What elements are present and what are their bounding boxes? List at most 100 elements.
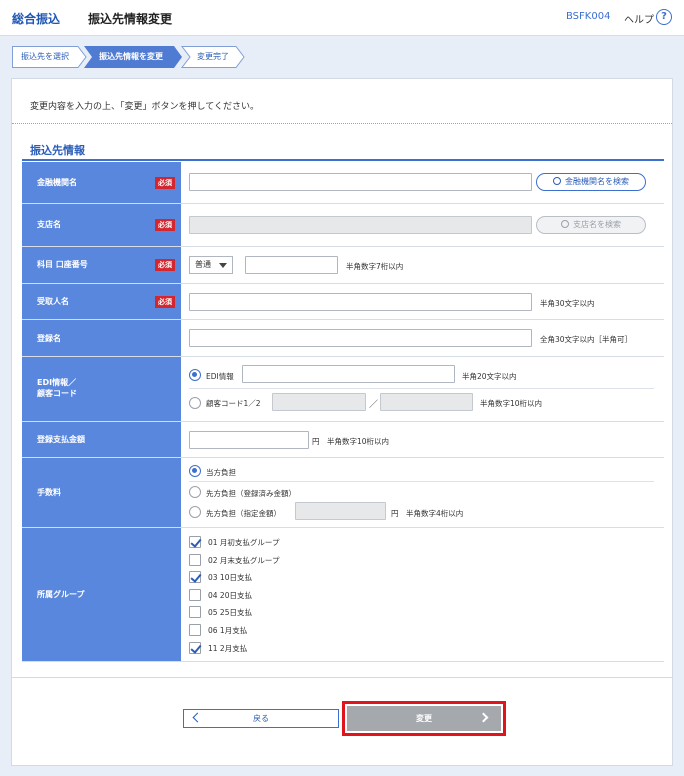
account-type-select[interactable]: 普通: [189, 256, 233, 274]
section-underline: [22, 159, 664, 161]
submit-button[interactable]: 変更: [347, 706, 501, 731]
step-3: 変更完了: [197, 52, 229, 61]
account-hint: 半角数字7桁以内: [346, 262, 404, 271]
branch-label: 支店名: [37, 220, 61, 229]
branch-input[interactable]: [189, 216, 532, 234]
row-group: 所属グループ 01 月初支払グループ 02 月末支払グループ 03 10日支払 04 …: [22, 528, 664, 662]
row-branch: 支店名 必須 支店名を検索: [22, 204, 664, 247]
registered-label: 登録名: [37, 334, 61, 343]
back-button[interactable]: 戻る: [183, 709, 339, 728]
slash-separator: ／: [369, 400, 379, 410]
fee-registered-radio[interactable]: [189, 486, 201, 498]
fee-label: 手数料: [37, 488, 61, 497]
customer-code-hint: 半角数字10桁以内: [480, 399, 543, 408]
account-label: 科目 口座番号: [37, 260, 88, 269]
search-icon: [553, 177, 561, 185]
row-account: 科目 口座番号 必須 普通 半角数字7桁以内: [22, 247, 664, 284]
group-checkbox[interactable]: [189, 588, 201, 601]
required-badge: 必須: [155, 177, 175, 189]
screen-code: BSFK004: [566, 11, 611, 22]
recipient-input[interactable]: [189, 293, 532, 311]
fee-specified-label: 先方負担（指定金額）: [206, 509, 281, 518]
group-checkbox[interactable]: [189, 536, 201, 548]
search-icon: [561, 220, 569, 228]
row-label: 支店名 必須: [22, 204, 182, 246]
group-checkbox[interactable]: [189, 571, 201, 584]
customer-code-1-input[interactable]: [272, 393, 366, 411]
group-checkbox-label: 06 1月支払: [208, 626, 248, 635]
row-label: 金融機関名 必須: [22, 162, 182, 203]
row-bank: 金融機関名 必須 金融機関名を検索: [22, 162, 664, 204]
row-label: 所属グループ: [22, 528, 182, 661]
divider: [12, 123, 672, 124]
branch-search-button[interactable]: 支店名を検索: [536, 216, 646, 234]
required-badge: 必須: [155, 296, 175, 308]
intro-text: 変更内容を入力の上、「変更」ボタンを押してください。: [30, 102, 259, 112]
help-link[interactable]: ヘルプ: [624, 11, 654, 26]
account-number-input[interactable]: [245, 256, 338, 274]
row-amount: 登録支払金額 円 半角数字10桁以内: [22, 422, 664, 458]
group-checkbox[interactable]: [189, 553, 201, 566]
fee-specified-radio[interactable]: [189, 506, 201, 518]
row-label: 登録名: [22, 320, 182, 356]
customer-code-label: 顧客コード: [37, 389, 77, 398]
help-icon[interactable]: ?: [656, 9, 672, 25]
group-label: 所属グループ: [37, 590, 85, 599]
fee-hint: 半角数字4桁以内: [406, 509, 464, 518]
chevron-right-icon: [478, 712, 489, 723]
amount-hint: 半角数字10桁以内: [327, 437, 390, 446]
registered-name-input[interactable]: [189, 329, 532, 347]
group-checkbox-label: 11 2月支払: [208, 643, 248, 653]
row-label: 受取人名 必須: [22, 284, 182, 319]
group-checkbox-label: 05 25日支払: [208, 608, 252, 618]
customer-code-option-label: 顧客コード1／2: [206, 399, 261, 408]
group-checkbox[interactable]: [189, 641, 201, 654]
edi-option-label: EDI情報: [206, 372, 234, 381]
edi-hint: 半角20文字以内: [462, 372, 517, 381]
edi-radio[interactable]: [189, 369, 201, 381]
row-fee: 手数料 当方負担 先方負担（登録済み金額） 先方負担（指定金額） 円 半角数字4…: [22, 458, 664, 528]
divider: [189, 388, 654, 389]
header-bar: 総合振込 振込先情報変更 BSFK004 ヘルプ ?: [0, 0, 684, 36]
amount-input[interactable]: [189, 431, 309, 449]
group-checkbox[interactable]: [189, 606, 201, 619]
recipient-label: 受取人名: [37, 297, 69, 306]
required-badge: 必須: [155, 219, 175, 231]
row-recipient: 受取人名 必須 半角30文字以内: [22, 284, 664, 320]
group-checkbox-label: 04 20日支払: [208, 590, 252, 600]
customer-code-2-input[interactable]: [380, 393, 473, 411]
divider: [12, 677, 672, 678]
yen-unit: 円: [312, 437, 320, 446]
row-label: 科目 口座番号 必須: [22, 247, 182, 283]
group-checkbox[interactable]: [189, 624, 201, 636]
chevron-down-icon: [219, 263, 227, 268]
chevron-left-icon: [192, 712, 203, 723]
fee-ours-radio[interactable]: [189, 465, 201, 477]
bank-search-button[interactable]: 金融機関名を検索: [536, 173, 646, 191]
bank-input[interactable]: [189, 173, 532, 191]
step-1: 振込先を選択: [21, 52, 69, 61]
row-label: 手数料: [22, 458, 182, 527]
row-label: EDI情報／ 顧客コード: [22, 357, 182, 421]
step-2-current: 振込先情報を変更: [99, 52, 163, 61]
customer-code-radio[interactable]: [189, 397, 201, 409]
yen-unit: 円: [391, 509, 399, 518]
fee-amount-input[interactable]: [295, 502, 386, 520]
group-checkbox-label: 03 10日支払: [208, 573, 252, 583]
recipient-hint: 半角30文字以内: [540, 299, 595, 308]
bank-label: 金融機関名: [37, 178, 77, 187]
app-name: 総合振込: [12, 12, 61, 26]
fee-registered-label: 先方負担（登録済み金額）: [206, 489, 296, 498]
edi-input[interactable]: [242, 365, 455, 383]
main-panel: 変更内容を入力の上、「変更」ボタンを押してください。 振込先情報 金融機関名 必…: [11, 78, 673, 766]
fee-ours-label: 当方負担: [206, 468, 236, 477]
divider: [189, 481, 654, 482]
registered-hint: 全角30文字以内［半角可］: [540, 335, 633, 344]
amount-label: 登録支払金額: [37, 435, 85, 444]
page-title: 振込先情報変更: [88, 12, 173, 26]
group-checkbox-label: 01 月初支払グループ: [208, 538, 280, 547]
row-edi: EDI情報／ 顧客コード EDI情報 半角20文字以内 顧客コード1／2 ／ 半…: [22, 357, 664, 422]
section-title: 振込先情報: [30, 144, 85, 157]
row-registered-name: 登録名 全角30文字以内［半角可］: [22, 320, 664, 357]
group-checkbox-label: 02 月末支払グループ: [208, 555, 280, 565]
